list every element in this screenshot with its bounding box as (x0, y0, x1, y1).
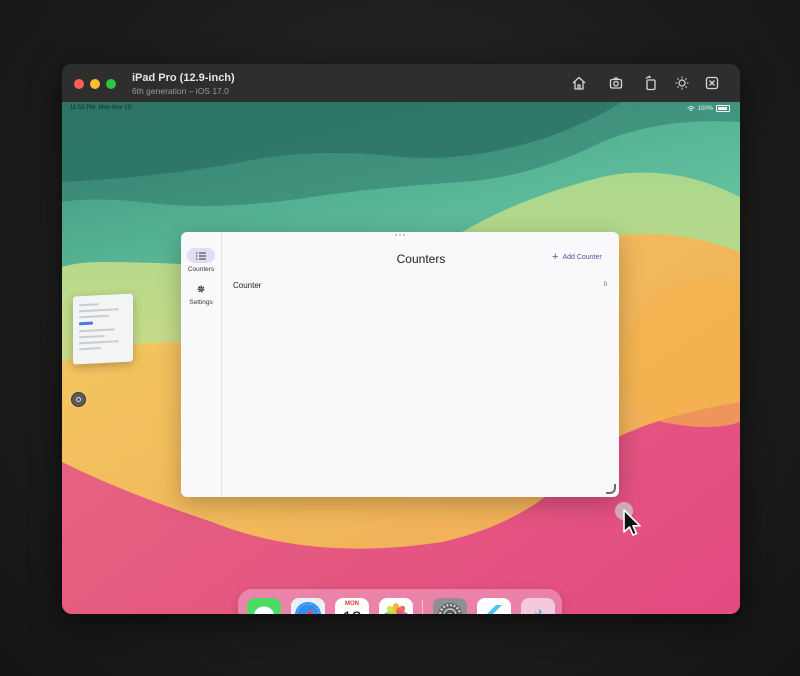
status-right: 100% (686, 105, 730, 112)
counter-name: Counter (233, 281, 262, 290)
device-name: iPad Pro (12.9-inch) (132, 72, 235, 84)
screenshot-icon[interactable] (607, 74, 625, 92)
window-minimize-button[interactable] (90, 79, 100, 89)
device-subtitle: 6th generation – iOS 17.0 (132, 86, 229, 96)
ipad-screen: 11:52 PM Mon Nov 13 100% Counters Settin… (62, 102, 740, 614)
messages-icon[interactable] (247, 598, 281, 614)
flutter-app-icon[interactable] (477, 598, 511, 614)
list-item[interactable]: Counter 0 (233, 281, 607, 295)
battery-percent: 100% (697, 105, 713, 112)
add-counter-label: Add Counter (562, 253, 602, 261)
home-icon[interactable] (570, 74, 588, 92)
wifi-icon (686, 105, 695, 111)
list-icon (187, 248, 215, 263)
multitasking-menu-icon[interactable] (394, 234, 406, 237)
plus-icon: + (552, 251, 559, 263)
dock-separator (422, 600, 423, 614)
window-resize-handle[interactable] (606, 484, 616, 494)
photos-icon[interactable] (379, 598, 413, 614)
window-close-button[interactable] (74, 79, 84, 89)
appearance-icon[interactable] (673, 74, 691, 92)
mouse-cursor-icon (623, 509, 641, 536)
rail-item-label: Counters (187, 266, 215, 273)
calendar-icon[interactable]: MON 13 (335, 598, 369, 614)
slide-over-badge[interactable] (71, 392, 86, 407)
rail-item-counters[interactable]: Counters (181, 248, 221, 273)
dock: MON 13 (238, 589, 562, 614)
page-title: Counters (396, 252, 446, 266)
close-window-icon[interactable] (703, 74, 721, 92)
counter-value: 0 (603, 282, 607, 288)
rail-item-settings[interactable]: Settings (181, 281, 221, 306)
app-window: Counters Settings Counters + Add Counter… (181, 232, 619, 497)
safari-icon[interactable] (291, 598, 325, 614)
status-time: 11:52 PM Mon Nov 13 (70, 105, 131, 111)
rotate-icon[interactable] (642, 74, 660, 92)
rail-item-label: Settings (189, 299, 213, 306)
window-zoom-button[interactable] (106, 79, 116, 89)
navigation-rail: Counters Settings (181, 232, 222, 497)
counter-app-icon[interactable] (521, 598, 555, 614)
add-counter-button[interactable]: + Add Counter (552, 251, 602, 263)
settings-app-icon[interactable] (433, 598, 467, 614)
gear-icon (187, 281, 215, 296)
simulator-window: iPad Pro (12.9-inch) 6th generation – iO… (62, 64, 740, 614)
battery-icon (716, 105, 730, 112)
simulator-titlebar: iPad Pro (12.9-inch) 6th generation – iO… (62, 64, 740, 103)
slide-over-thumbnail[interactable] (73, 293, 133, 365)
